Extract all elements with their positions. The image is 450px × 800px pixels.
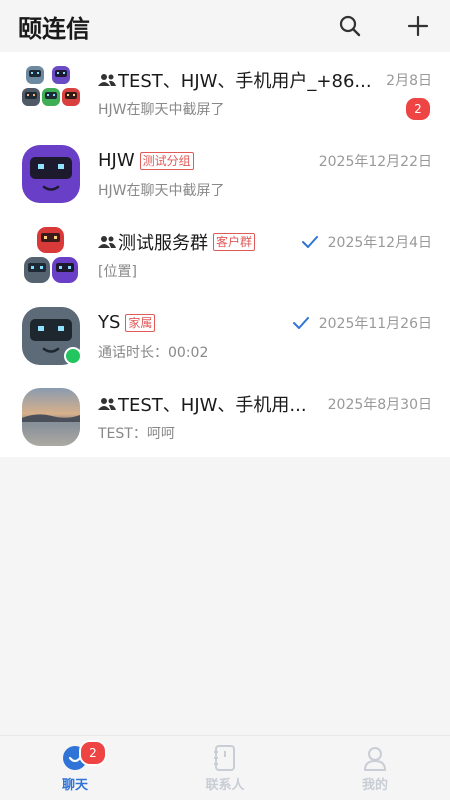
header-actions: [338, 14, 430, 38]
group-icon: [98, 235, 116, 248]
conversation-item[interactable]: YS 家属 2025年11月26日 通话时长：00:02: [0, 295, 450, 376]
conversation-item[interactable]: TEST、HJW、手机用户_+86... 2月8日 HJW在聊天中截屏了 2: [0, 52, 450, 133]
group-avatar: [22, 64, 80, 122]
contacts-book-icon: [211, 744, 239, 772]
bottom-tab-bar: 聊天 2 联系人 我的: [0, 735, 450, 800]
conversation-item[interactable]: TEST、HJW、手机用... 2025年8月30日 TEST：呵呵: [0, 376, 450, 457]
conversation-date: 2月8日: [386, 72, 432, 89]
user-icon: [361, 744, 389, 772]
conversation-item[interactable]: 测试服务群 客户群 2025年12月4日 [位置]: [0, 214, 450, 295]
conversation-name: YS: [98, 312, 121, 333]
conversation-item[interactable]: HJW 测试分组 2025年12月22日 HJW在聊天中截屏了: [0, 133, 450, 214]
unread-badge: 2: [404, 95, 432, 122]
group-icon: [98, 397, 116, 410]
conversation-date: 2025年12月4日: [327, 234, 432, 251]
plus-icon: [407, 15, 429, 37]
conversation-date: 2025年8月30日: [327, 396, 432, 413]
avatar: [22, 306, 82, 365]
avatar: [22, 387, 80, 446]
search-icon: [339, 15, 361, 37]
tab-contacts[interactable]: 联系人: [185, 744, 265, 793]
conversation-list: TEST、HJW、手机用户_+86... 2月8日 HJW在聊天中截屏了 2 H…: [0, 52, 450, 457]
tab-profile[interactable]: 我的: [335, 744, 415, 793]
avatar: [22, 144, 80, 203]
tab-label: 我的: [361, 777, 388, 793]
message-preview: 通话时长：00:02: [98, 344, 209, 361]
group-tag: 测试分组: [139, 151, 194, 170]
page-title: 颐连信: [18, 14, 90, 43]
message-preview: HJW在聊天中截屏了: [98, 182, 225, 199]
message-preview: TEST：呵呵: [98, 425, 175, 442]
conversation-name: TEST、HJW、手机用...: [118, 394, 307, 416]
group-icon: [98, 73, 116, 86]
group-tag: 客户群: [213, 232, 256, 251]
conversation-date: 2025年11月26日: [318, 315, 432, 332]
conversation-name: HJW: [98, 150, 135, 171]
conversation-name: TEST、HJW、手机用户_+86...: [118, 70, 372, 92]
sent-check-icon: [292, 316, 309, 329]
tab-unread-badge: 2: [79, 739, 107, 766]
tab-label: 聊天: [61, 777, 88, 793]
conversation-date: 2025年12月22日: [318, 153, 432, 170]
online-status-icon: [64, 346, 82, 365]
sent-check-icon: [301, 235, 318, 248]
message-preview: [位置]: [98, 263, 137, 280]
message-preview: HJW在聊天中截屏了: [98, 101, 225, 118]
group-avatar: [22, 226, 80, 284]
app-header: 颐连信: [0, 0, 450, 52]
add-button[interactable]: [406, 14, 430, 38]
tab-chat[interactable]: 聊天 2: [35, 739, 115, 793]
search-button[interactable]: [338, 14, 362, 38]
group-tag: 家属: [125, 313, 156, 332]
conversation-name: 测试服务群: [118, 232, 208, 254]
tab-label: 联系人: [205, 777, 245, 793]
